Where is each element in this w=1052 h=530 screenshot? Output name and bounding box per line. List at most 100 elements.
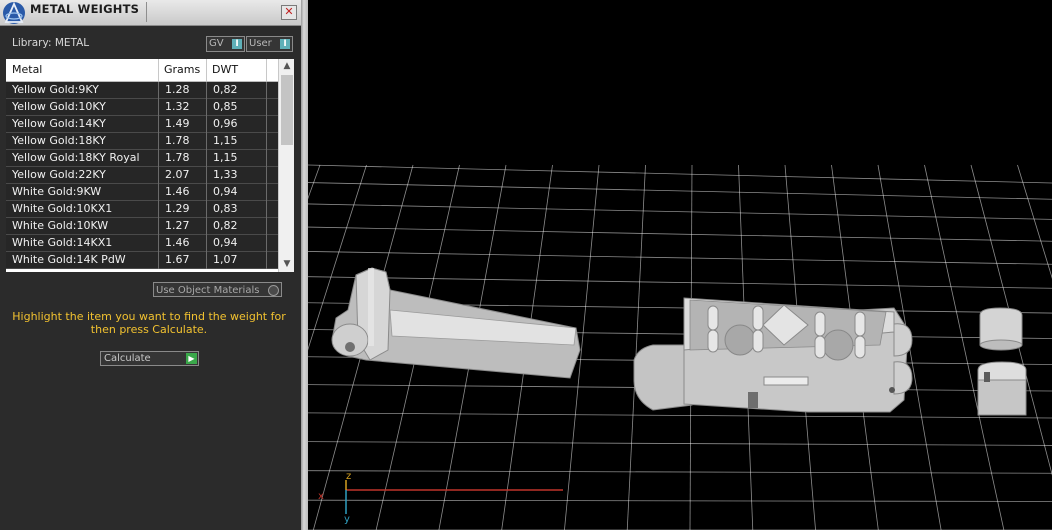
panel-titlebar: METAL WEIGHTS ✕ <box>0 0 301 26</box>
play-arrow-icon: ▶ <box>186 353 197 364</box>
hinge-lever-part[interactable] <box>331 267 581 379</box>
dwt-cell: 1,07 <box>206 252 266 269</box>
metal-cell: Yellow Gold:18KY <box>12 134 106 147</box>
metal-cell: Yellow Gold:9KY <box>12 83 99 96</box>
empty-cell <box>266 116 278 133</box>
3d-viewport[interactable]: x y z <box>308 0 1052 530</box>
user-toggle-label: User <box>249 38 272 49</box>
use-object-materials-toggle[interactable]: Use Object Materials <box>153 282 282 297</box>
title-divider <box>146 2 147 22</box>
grid-line <box>308 412 1052 419</box>
metal-cell: White Gold:9KW <box>12 185 102 198</box>
empty-cell <box>266 82 278 99</box>
viewport-canvas: x y z <box>308 164 1052 530</box>
x-axis-label: x <box>318 491 324 502</box>
dwt-cell: 0,85 <box>206 99 266 116</box>
user-toggle[interactable]: User I <box>246 36 293 52</box>
grid-line <box>308 470 1052 474</box>
column-header-grams[interactable]: Grams <box>158 59 206 81</box>
column-header-dwt[interactable]: DWT <box>206 59 266 81</box>
grid-line <box>308 441 1052 446</box>
scroll-up-arrow-icon[interactable]: ▲ <box>279 59 294 74</box>
grid-line <box>308 182 1052 200</box>
axis-gizmo: x y z <box>318 471 563 525</box>
table-row[interactable]: White Gold:9KW 1.46 0,94 <box>6 184 278 201</box>
table-row[interactable]: Yellow Gold:18KY Royal 1.78 1,15 <box>6 150 278 167</box>
scroll-down-arrow-icon[interactable]: ▼ <box>279 257 294 272</box>
metal-weights-panel: METAL WEIGHTS ✕ Library: METAL GV I User… <box>0 0 301 530</box>
metal-cell: White Gold:10KX1 <box>12 202 113 215</box>
table-row[interactable]: Yellow Gold:10KY 1.32 0,85 <box>6 99 278 116</box>
empty-cell <box>266 218 278 235</box>
grams-cell: 1.49 <box>158 116 206 133</box>
calculate-button[interactable]: Calculate ▶ <box>100 351 199 366</box>
grams-cell: 1.28 <box>158 82 206 99</box>
metal-cell: White Gold:14K PdW <box>12 253 126 266</box>
empty-cell <box>266 99 278 116</box>
table-row[interactable]: Yellow Gold:18KY 1.78 1,15 <box>6 133 278 150</box>
dwt-cell: 0,82 <box>206 218 266 235</box>
table-row[interactable]: White Gold:10KW 1.27 0,82 <box>6 218 278 235</box>
small-tube-part[interactable] <box>977 307 1027 416</box>
panel-title: METAL WEIGHTS <box>30 2 140 16</box>
metal-cell: White Gold:14KX1 <box>12 236 113 249</box>
instructions-text: Highlight the item you want to find the … <box>12 310 286 336</box>
scroll-thumb[interactable] <box>281 75 293 145</box>
y-axis-label: y <box>344 514 350 525</box>
table-row[interactable]: Yellow Gold:14KY 1.49 0,96 <box>6 116 278 133</box>
close-button[interactable]: ✕ <box>281 5 297 20</box>
grams-cell: 1.78 <box>158 150 206 167</box>
grid-line <box>308 251 1052 265</box>
grams-cell: 1.46 <box>158 235 206 252</box>
table-row[interactable]: White Gold:14KX1 1.46 0,94 <box>6 235 278 252</box>
table-body: Yellow Gold:9KY 1.28 0,82 Yellow Gold:10KY… <box>6 82 278 269</box>
app-logo-icon <box>3 1 25 24</box>
grid-line <box>308 164 321 200</box>
metal-cell: Yellow Gold:14KY <box>12 117 106 130</box>
table-row[interactable]: White Gold:14K PdW 1.67 1,07 <box>6 252 278 269</box>
grams-cell: 1.67 <box>158 252 206 269</box>
checkbox-icon: I <box>280 39 290 49</box>
empty-cell <box>266 184 278 201</box>
grams-cell: 1.32 <box>158 99 206 116</box>
empty-cell <box>266 235 278 252</box>
empty-cell <box>266 133 278 150</box>
grid-line <box>308 499 1052 502</box>
dwt-cell: 0,94 <box>206 235 266 252</box>
grid-line <box>308 164 1052 184</box>
grid-line <box>1017 164 1052 279</box>
column-header-metal[interactable]: Metal <box>6 59 158 81</box>
dwt-cell: 1,33 <box>206 167 266 184</box>
table-row[interactable]: Yellow Gold:22KY 2.07 1,33 <box>6 167 278 184</box>
metal-cell: Yellow Gold:22KY <box>12 168 106 181</box>
gv-toggle-label: GV <box>209 38 224 49</box>
header-divider <box>266 59 267 81</box>
empty-cell <box>266 150 278 167</box>
dwt-cell: 0,94 <box>206 184 266 201</box>
clasp-box-part[interactable] <box>633 297 913 413</box>
dwt-cell: 0,82 <box>206 82 266 99</box>
radio-icon <box>268 285 279 296</box>
panel-splitter[interactable] <box>301 0 308 530</box>
calculate-label: Calculate <box>104 353 151 364</box>
table-row[interactable]: Yellow Gold:9KY 1.28 0,82 <box>6 82 278 99</box>
use-object-materials-label: Use Object Materials <box>156 285 260 296</box>
table-header: Metal Grams DWT <box>6 59 278 82</box>
gv-toggle[interactable]: GV I <box>206 36 245 52</box>
table-row[interactable]: White Gold:10KX1 1.29 0,83 <box>6 201 278 218</box>
grid-line <box>308 203 1052 220</box>
checkbox-icon: I <box>232 39 242 49</box>
grid-line <box>626 164 646 530</box>
metal-cell: Yellow Gold:10KY <box>12 100 106 113</box>
close-icon: ✕ <box>284 5 294 18</box>
table-scrollbar[interactable]: ▲ ▼ <box>278 59 294 272</box>
metal-cell: Yellow Gold:18KY Royal <box>12 151 140 164</box>
grams-cell: 1.46 <box>158 184 206 201</box>
metal-table: Metal Grams DWT Yellow Gold:9KY 1.28 0,82 … <box>6 59 294 272</box>
metal-cell: White Gold:10KW <box>12 219 109 232</box>
library-label: Library: METAL <box>12 37 90 49</box>
grams-cell: 2.07 <box>158 167 206 184</box>
empty-cell <box>266 252 278 269</box>
dwt-cell: 0,83 <box>206 201 266 218</box>
empty-cell <box>266 201 278 218</box>
